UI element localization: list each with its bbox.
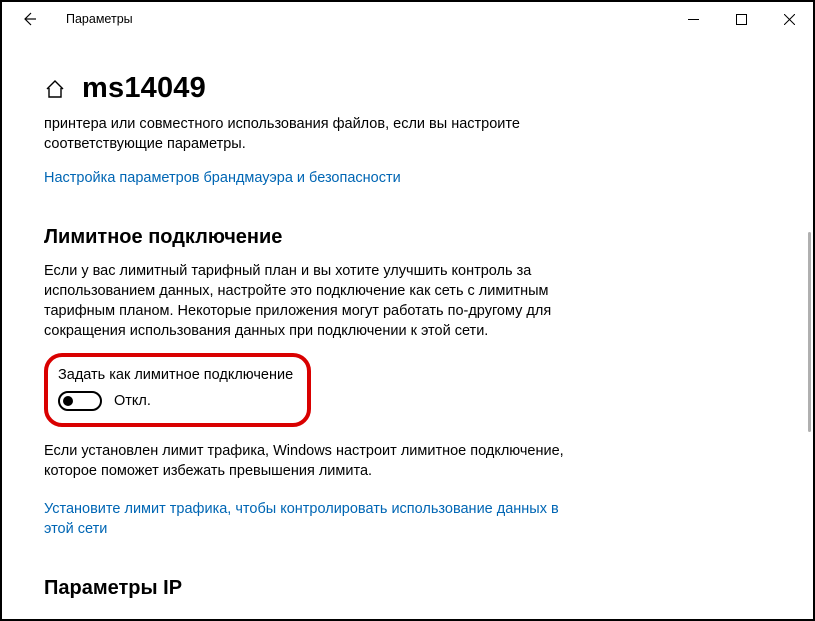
close-button[interactable] [765, 2, 813, 36]
metered-toggle-label: Задать как лимитное подключение [58, 367, 293, 383]
metered-toggle-row: Откл. [58, 391, 293, 411]
highlight-annotation: Задать как лимитное подключение Откл. [44, 353, 311, 427]
page-header: ms14049 [2, 36, 813, 113]
metered-post-text: Если установлен лимит трафика, Windows н… [44, 441, 584, 481]
set-data-limit-link[interactable]: Установите лимит трафика, чтобы контроли… [44, 499, 584, 539]
home-icon[interactable] [44, 78, 66, 100]
titlebar: Параметры [2, 2, 813, 36]
maximize-button[interactable] [717, 2, 765, 36]
intro-text: принтера или совместного использования ф… [44, 114, 584, 154]
content-area: принтера или совместного использования ф… [2, 114, 803, 617]
scrollbar-thumb[interactable] [808, 232, 811, 432]
window-title: Параметры [66, 12, 133, 26]
firewall-settings-link[interactable]: Настройка параметров брандмауэра и безоп… [44, 168, 401, 188]
page-title: ms14049 [82, 72, 206, 105]
ip-section-title: Параметры IP [44, 577, 803, 600]
metered-description: Если у вас лимитный тарифный план и вы х… [44, 261, 584, 341]
minimize-button[interactable] [669, 2, 717, 36]
metered-toggle-state: Откл. [114, 393, 151, 409]
back-button[interactable] [20, 10, 38, 28]
metered-toggle[interactable] [58, 391, 102, 411]
metered-section-title: Лимитное подключение [44, 226, 803, 249]
window-controls [669, 2, 813, 36]
